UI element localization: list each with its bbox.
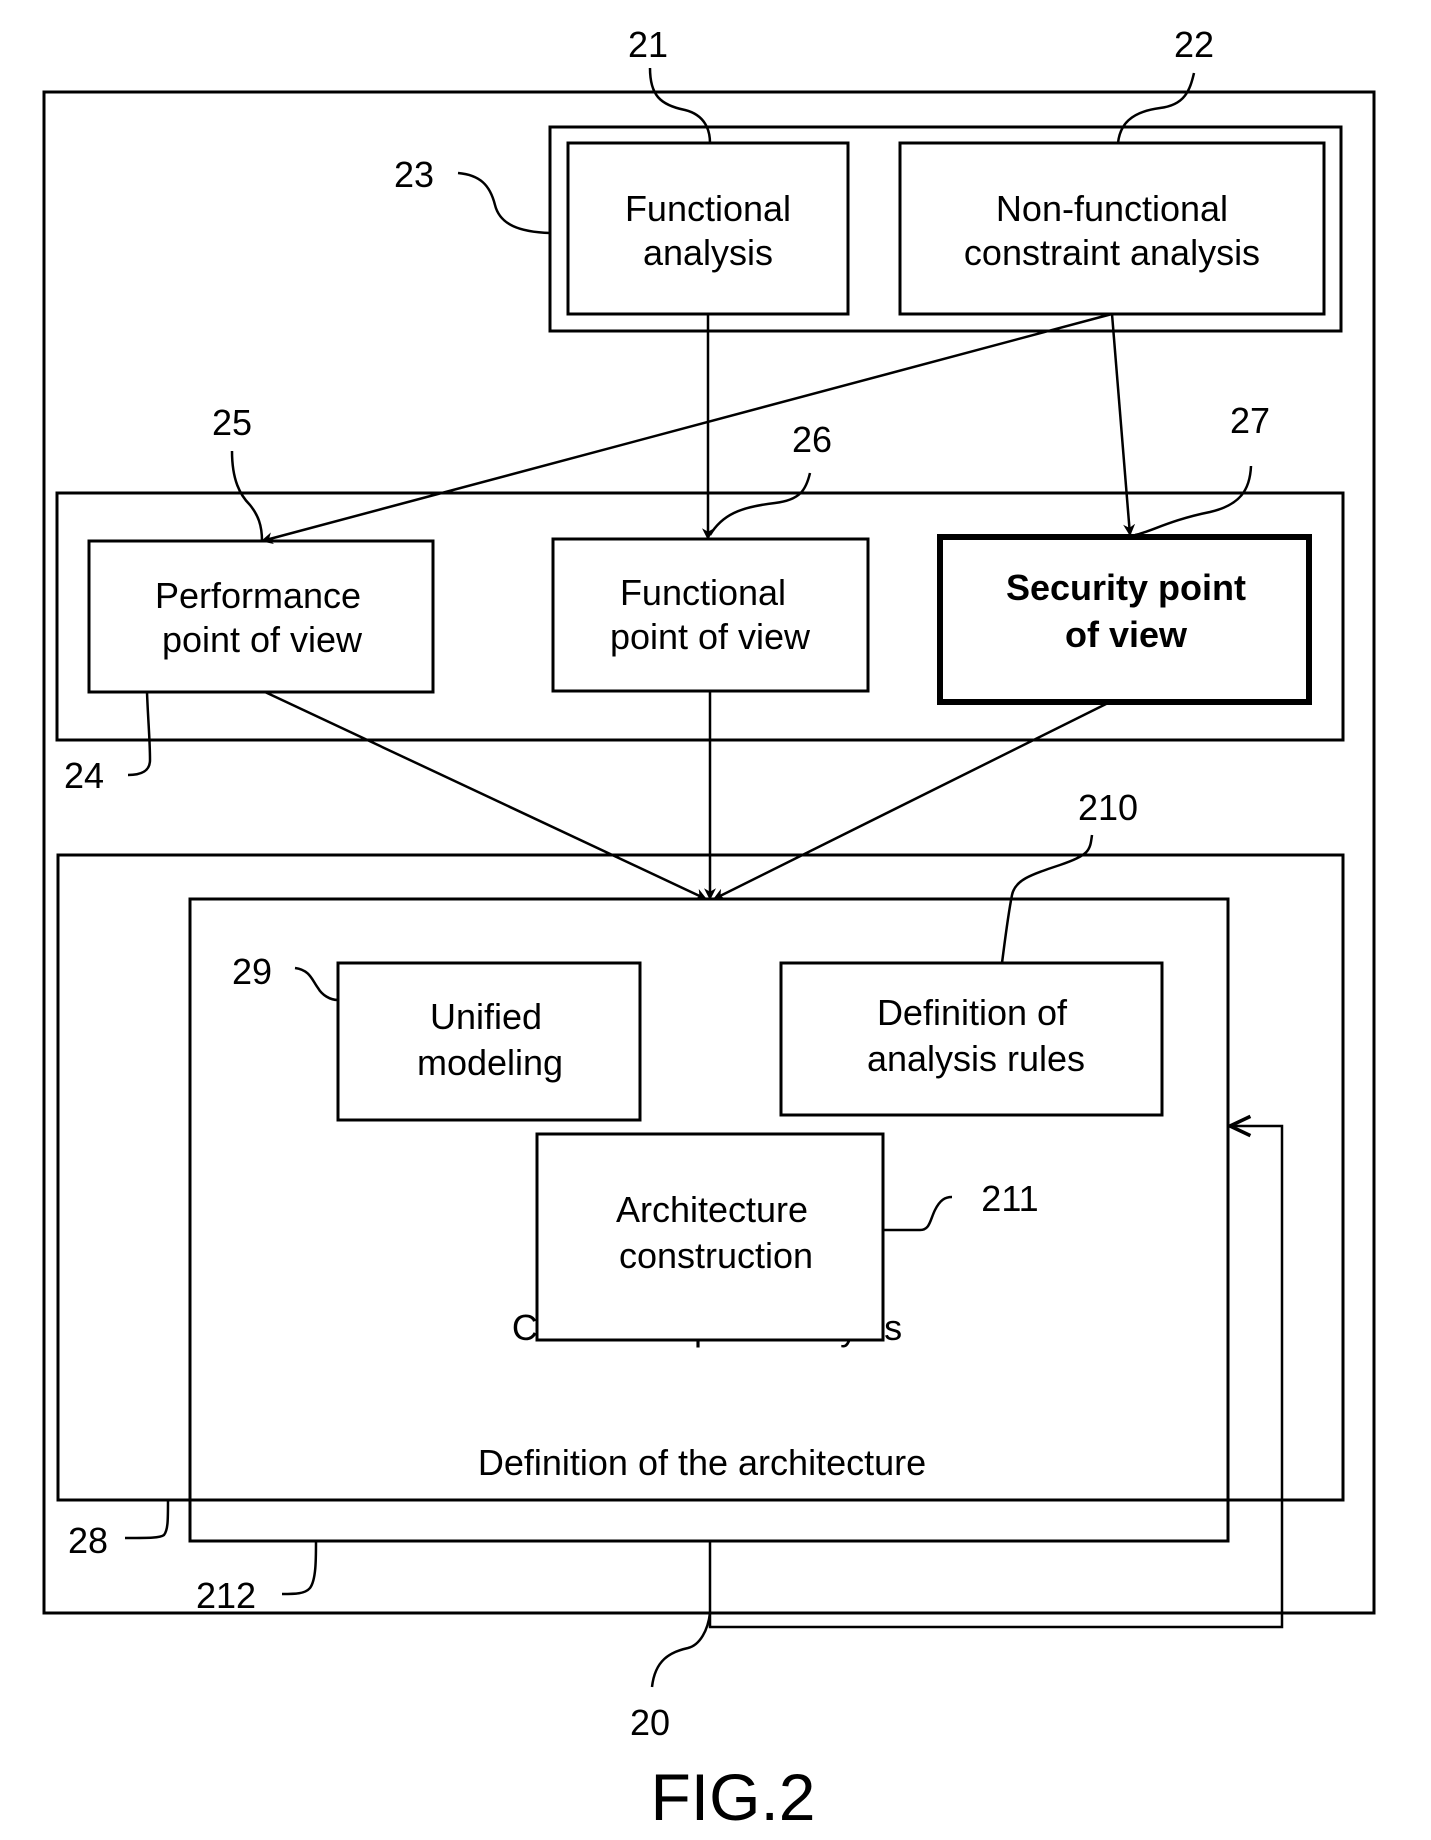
functional-pov-box [551, 537, 870, 693]
ref-211: 211 [981, 1178, 1038, 1219]
performance-pov-box [87, 539, 435, 694]
ref-212: 212 [196, 1575, 256, 1616]
arrow-nonfunctional-to-performance-pov [260, 312, 1113, 545]
analysis-rules-line1: Definition of [877, 992, 1068, 1033]
leader-28 [124, 1499, 170, 1540]
performance-pov-line1: Performance [155, 575, 361, 616]
nonfunctional-analysis-line1: Non-functional [996, 188, 1228, 229]
leader-212 [281, 1540, 318, 1596]
unified-modeling-line2: modeling [417, 1042, 563, 1083]
ref-21: 21 [628, 24, 668, 65]
security-pov-line2: of view [1065, 614, 1188, 655]
analysis-rules-line2: analysis rules [867, 1038, 1085, 1079]
arrow-nonfunctional-to-security-pov [1110, 313, 1136, 537]
leader-24 [127, 691, 152, 777]
functional-analysis-line2: analysis [643, 232, 773, 273]
nonfunctional-analysis-line2: constraint analysis [964, 232, 1260, 273]
architecture-construction-line2: construction [619, 1235, 813, 1276]
functional-pov-line2: point of view [610, 616, 811, 657]
functional-pov-line1: Functional [620, 572, 786, 613]
arrow-performance-to-crossed-impact [264, 690, 708, 901]
functional-analysis-line1: Functional [625, 188, 791, 229]
leader-20 [650, 1612, 712, 1688]
leader-27 [1134, 465, 1253, 537]
unified-modeling-line1: Unified [430, 996, 542, 1037]
ref-22: 22 [1174, 24, 1214, 65]
leader-29 [294, 966, 339, 1002]
leader-25 [230, 450, 264, 542]
leader-23 [457, 171, 551, 235]
ref-20: 20 [630, 1702, 670, 1743]
leader-26 [708, 472, 812, 536]
architecture-definition-label: Definition of the architecture [478, 1442, 926, 1483]
ref-27: 27 [1230, 400, 1270, 441]
ref-25: 25 [212, 402, 252, 443]
ref-28: 28 [68, 1520, 108, 1561]
architecture-construction-line1: Architecture [616, 1189, 808, 1230]
ref-26: 26 [792, 419, 832, 460]
ref-24: 24 [64, 755, 104, 796]
performance-pov-line2: point of view [162, 619, 363, 660]
leader-21 [648, 67, 712, 144]
ref-29: 29 [232, 951, 272, 992]
ref-23: 23 [394, 154, 434, 195]
leader-22 [1116, 72, 1196, 144]
security-pov-line1: Security point [1006, 567, 1246, 608]
leader-211 [883, 1195, 953, 1232]
figure-caption: FIG.2 [650, 1760, 815, 1834]
patent-figure: Functional analysis Non-functional const… [42, 24, 1376, 1834]
ref-210: 210 [1078, 787, 1138, 828]
